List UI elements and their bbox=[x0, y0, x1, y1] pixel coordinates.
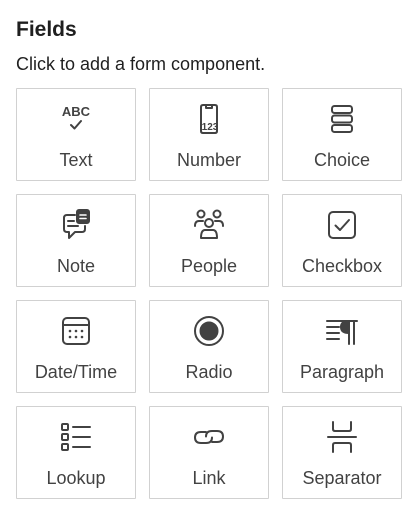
paragraph-icon bbox=[324, 313, 360, 349]
field-label-datetime: Date/Time bbox=[34, 362, 118, 382]
field-label-lookup: Lookup bbox=[46, 468, 106, 488]
number-icon-digits: 123 bbox=[202, 122, 219, 133]
text-icon-abc-glyph: ABC bbox=[62, 104, 91, 119]
field-tile-lookup[interactable]: Lookup bbox=[16, 406, 136, 499]
field-tile-choice[interactable]: Choice bbox=[282, 88, 402, 181]
field-label-separator: Separator bbox=[302, 468, 382, 488]
field-tile-note[interactable]: Note bbox=[16, 194, 136, 287]
checkbox-icon bbox=[324, 207, 360, 243]
field-tile-number[interactable]: 123 Number bbox=[149, 88, 269, 181]
field-label-people: People bbox=[180, 256, 238, 276]
calendar-icon bbox=[58, 313, 94, 349]
field-label-link: Link bbox=[192, 468, 226, 488]
field-tile-separator[interactable]: Separator bbox=[282, 406, 402, 499]
field-tile-checkbox[interactable]: Checkbox bbox=[282, 194, 402, 287]
fields-grid: ABC Text 123 Number Choice Note People C… bbox=[16, 88, 403, 499]
fields-panel: Fields Click to add a form component. AB… bbox=[0, 0, 419, 531]
field-tile-datetime[interactable]: Date/Time bbox=[16, 300, 136, 393]
field-label-checkbox: Checkbox bbox=[301, 256, 383, 276]
link-icon bbox=[191, 419, 227, 455]
radio-icon bbox=[191, 313, 227, 349]
field-label-note: Note bbox=[56, 256, 96, 276]
panel-title: Fields bbox=[16, 18, 77, 41]
separator-icon bbox=[324, 419, 360, 455]
field-tile-text[interactable]: ABC Text bbox=[16, 88, 136, 181]
choice-icon bbox=[324, 101, 360, 137]
field-tile-link[interactable]: Link bbox=[149, 406, 269, 499]
field-label-radio: Radio bbox=[185, 362, 233, 382]
field-label-text: Text bbox=[59, 150, 93, 170]
note-icon bbox=[58, 207, 94, 243]
field-label-paragraph: Paragraph bbox=[299, 362, 385, 382]
field-tile-people[interactable]: People bbox=[149, 194, 269, 287]
people-icon bbox=[191, 207, 227, 243]
field-label-choice: Choice bbox=[313, 150, 371, 170]
lookup-list-icon bbox=[58, 419, 94, 455]
panel-subtitle: Click to add a form component. bbox=[16, 54, 266, 74]
field-tile-paragraph[interactable]: Paragraph bbox=[282, 300, 402, 393]
text-abc-icon: ABC bbox=[58, 101, 94, 137]
field-tile-radio[interactable]: Radio bbox=[149, 300, 269, 393]
field-label-number: Number bbox=[176, 150, 242, 170]
number-icon: 123 bbox=[191, 101, 227, 137]
